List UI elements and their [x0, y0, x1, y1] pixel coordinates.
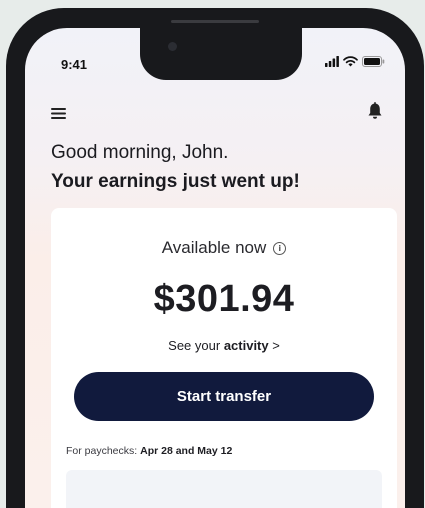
notifications-button[interactable] [367, 102, 383, 120]
phone-screen: 9:41 Good morning, John. Your earnings j… [25, 28, 405, 508]
bell-icon [368, 102, 382, 119]
hamburger-menu-icon [51, 108, 66, 119]
see-activity-link[interactable]: See your activity > [51, 338, 397, 353]
earnings-headline: Your earnings just went up! [51, 171, 300, 192]
start-transfer-button[interactable]: Start transfer [74, 372, 374, 421]
status-icons [325, 56, 385, 67]
info-icon[interactable]: i [273, 241, 287, 255]
phone-frame: 9:41 Good morning, John. Your earnings j… [6, 8, 424, 508]
available-amount: $301.94 [153, 278, 295, 320]
greeting-text: Good morning, John. [51, 142, 229, 163]
paychecks-note: For paychecks: Apr 28 and May 12 [66, 445, 232, 457]
signal-icon [325, 56, 339, 67]
balance-card: Available now i $301.94 See your activit… [51, 208, 397, 508]
paychecks-dates: Apr 28 and May 12 [140, 445, 233, 457]
paycheck-detail-panel [66, 470, 382, 508]
activity-link-label: activity [223, 338, 269, 353]
camera-icon [168, 42, 177, 51]
battery-icon [362, 56, 385, 67]
chevron-right-icon: > [272, 338, 280, 353]
wifi-icon [343, 56, 358, 67]
phone-notch [140, 28, 302, 80]
status-time: 9:41 [61, 57, 88, 72]
paychecks-prefix: For paychecks: [66, 445, 141, 457]
activity-link-prefix: See your [168, 338, 224, 353]
menu-button[interactable] [51, 106, 67, 120]
available-now-row: Available now i [51, 238, 397, 258]
available-now-label: Available now [161, 238, 267, 257]
phone-speaker-edge [171, 20, 259, 23]
